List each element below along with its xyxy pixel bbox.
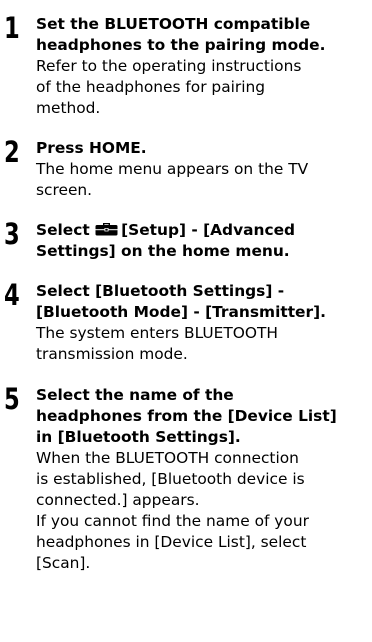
title-line: Select (36, 221, 96, 239)
title-line: Set the BLUETOOTH compatible (36, 15, 311, 33)
step-number: 5 (4, 382, 20, 416)
desc-line: is established, [Bluetooth device is (36, 470, 305, 488)
step-title: Select [Setup] - [Advanced Settings] on … (36, 220, 370, 262)
desc-line: When the BLUETOOTH connection (36, 449, 299, 467)
title-line: headphones to the pairing mode. (36, 36, 326, 54)
desc-line: The system enters BLUETOOTH (36, 324, 278, 342)
step-description: The home menu appears on the TV screen. (36, 159, 370, 201)
title-line: Select [Bluetooth Settings] - (36, 282, 285, 300)
step-number: 4 (4, 278, 20, 312)
desc-line: Refer to the operating instructions (36, 57, 302, 75)
step-description: When the BLUETOOTH connection is establi… (36, 448, 370, 574)
title-line: Press HOME. (36, 139, 147, 157)
step-description: Refer to the operating instructions of t… (36, 56, 370, 119)
step-content: Select [Bluetooth Settings] - [Bluetooth… (36, 281, 370, 365)
desc-line: The home menu appears on the TV (36, 160, 309, 178)
step-title: Set the BLUETOOTH compatible headphones … (36, 14, 370, 56)
title-line: in [Bluetooth Settings]. (36, 428, 241, 446)
step-number: 2 (4, 135, 20, 169)
desc-line: connected.] appears. (36, 491, 200, 509)
desc-line: screen. (36, 181, 93, 199)
desc-line: method. (36, 99, 101, 117)
step-title: Select the name of the headphones from t… (36, 385, 370, 448)
step-description: The system enters BLUETOOTH transmission… (36, 323, 370, 365)
title-line: Settings] on the home menu. (36, 242, 290, 260)
desc-line: headphones in [Device List], select (36, 533, 307, 551)
step-content: Set the BLUETOOTH compatible headphones … (36, 14, 370, 119)
step-title: Press HOME. (36, 138, 370, 159)
desc-line: [Scan]. (36, 554, 91, 572)
toolbox-icon (95, 221, 118, 236)
step-title: Select [Bluetooth Settings] - [Bluetooth… (36, 281, 370, 323)
title-line: [Bluetooth Mode] - [Transmitter]. (36, 303, 326, 321)
step-number: 3 (4, 217, 20, 251)
step-number: 1 (4, 11, 20, 45)
title-line: [Setup] - [Advanced (121, 221, 296, 239)
desc-line: of the headphones for pairing (36, 78, 266, 96)
desc-line: transmission mode. (36, 345, 188, 363)
title-line: Select the name of the (36, 386, 234, 404)
title-line: headphones from the [Device List] (36, 407, 337, 425)
step-content: Press HOME. The home menu appears on the… (36, 138, 370, 201)
step-content: Select [Setup] - [Advanced Settings] on … (36, 220, 370, 262)
step-content: Select the name of the headphones from t… (36, 385, 370, 574)
desc-line: If you cannot find the name of your (36, 512, 309, 530)
